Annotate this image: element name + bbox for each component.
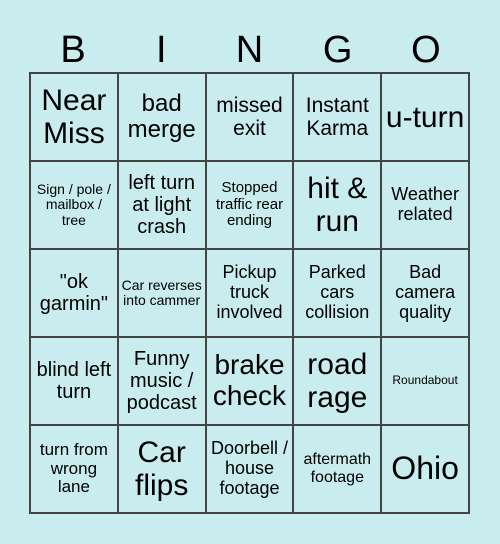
bingo-cell-text: blind left turn [36, 359, 112, 403]
bingo-cell-text: Pickup truck involved [216, 262, 283, 322]
bingo-cell-text: Sign / pole / mailbox / tree [36, 180, 111, 228]
bingo-cell[interactable]: Bad camera quality [381, 249, 469, 337]
bingo-cell-text: Weather related [391, 184, 459, 224]
bingo-cell-text: missed exit [216, 93, 283, 140]
bingo-cell-text: u-turn [385, 100, 465, 134]
bingo-cell-text: aftermath footage [303, 451, 372, 486]
bingo-cell[interactable]: Car reverses into cammer [117, 249, 206, 337]
bingo-cell[interactable]: bad merge [117, 73, 206, 161]
bingo-cell[interactable]: Near Miss [30, 73, 118, 161]
bingo-cell[interactable]: Funny music / podcast [117, 337, 206, 425]
bingo-card: Near Miss bad merge missed exit Instant Kar… [29, 72, 470, 514]
bingo-cell[interactable]: turn from wrong lane [30, 425, 118, 513]
bingo-cell[interactable]: Roundabout [381, 337, 469, 425]
bingo-cell[interactable]: Pickup truck involved [205, 249, 294, 337]
bingo-cell[interactable]: u-turn [381, 73, 469, 161]
header-letter-b: B [60, 29, 86, 71]
bingo-cell-text: left turn at light crash [128, 172, 196, 238]
header-letter-g: G [322, 29, 353, 71]
header-letter-o: O [411, 29, 441, 71]
bingo-cell[interactable]: "ok garmin" [30, 249, 118, 337]
bingo-header: B I N G O [29, 28, 470, 72]
bingo-cell[interactable]: Car flips [117, 425, 206, 513]
bingo-cell[interactable]: Ohio [381, 425, 469, 513]
bingo-cell[interactable]: Weather related [381, 161, 469, 249]
bingo-cell[interactable]: aftermath footage [293, 425, 382, 513]
bingo-cell-text: bad merge [127, 89, 196, 143]
bingo-cell[interactable]: Doorbell / house footage [205, 425, 294, 513]
bingo-cell-text: Parked cars collision [305, 262, 370, 322]
bingo-cell-text: Near Miss [41, 84, 107, 150]
bingo-cell-text: Instant Karma [305, 93, 369, 140]
bingo-cell-text: Ohio [391, 450, 459, 487]
bingo-cell-text: Roundabout [392, 373, 458, 388]
bingo-cell[interactable]: brake check [205, 337, 294, 425]
bingo-cell[interactable]: Instant Karma [293, 73, 382, 161]
bingo-cell-text: brake check [212, 349, 287, 411]
bingo-cell-text: Funny music / podcast [126, 348, 197, 414]
bingo-cell-text: turn from wrong lane [39, 439, 108, 497]
bingo-cell[interactable]: road rage [293, 337, 382, 425]
bingo-cell-text: Car flips [135, 436, 189, 502]
bingo-cell-text: hit & run [307, 172, 368, 238]
bingo-cell-text: road rage [307, 348, 368, 414]
bingo-cell-text: Doorbell / house footage [210, 438, 289, 498]
bingo-cell[interactable]: hit & run [293, 161, 382, 249]
bingo-cell-text: Stopped traffic rear ending [215, 179, 284, 230]
bingo-cell-text: Bad camera quality [395, 262, 456, 322]
bingo-cell[interactable]: blind left turn [30, 337, 118, 425]
header-letter-i: I [156, 29, 167, 71]
header-letter-n: N [235, 29, 264, 71]
bingo-cell[interactable]: Stopped traffic rear ending [205, 161, 294, 249]
bingo-cell-text: "ok garmin" [39, 271, 109, 315]
bingo-cell-text: Car reverses into cammer [121, 276, 202, 308]
bingo-cell[interactable]: missed exit [205, 73, 294, 161]
bingo-cell[interactable]: Parked cars collision [293, 249, 382, 337]
bingo-cell[interactable]: left turn at light crash [117, 161, 206, 249]
bingo-cell[interactable]: Sign / pole / mailbox / tree [30, 161, 118, 249]
